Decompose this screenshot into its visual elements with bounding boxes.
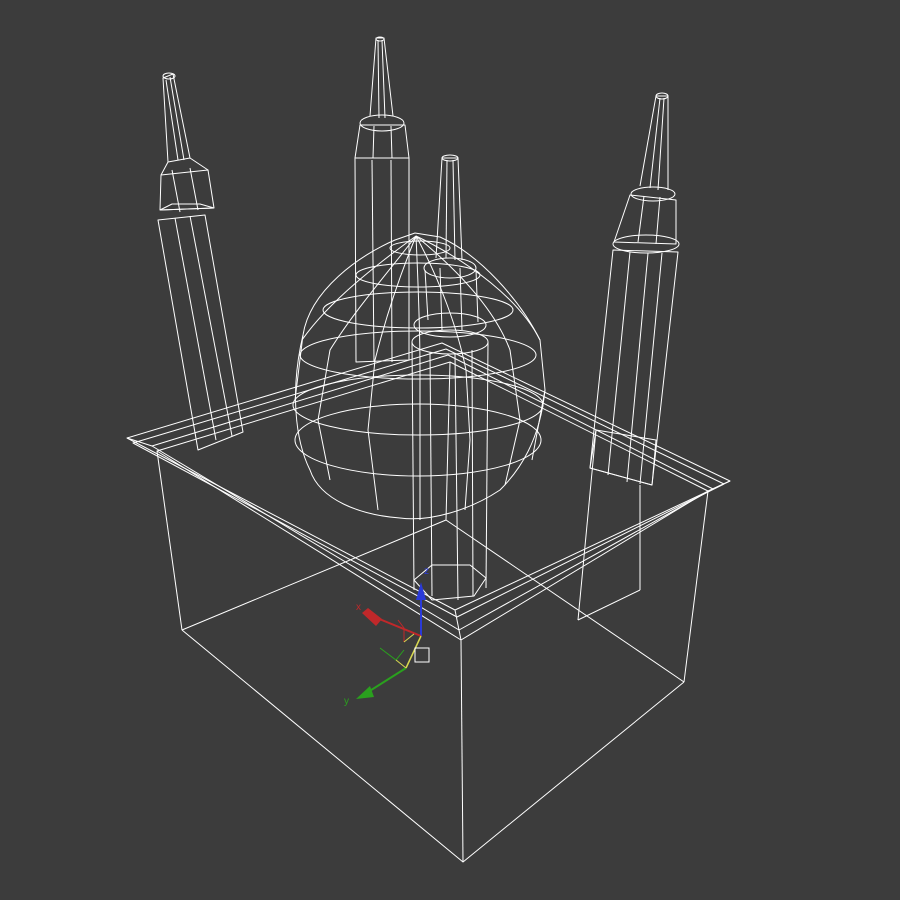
minaret-back-center[interactable] [354,36,410,363]
x-axis-handle[interactable]: x [356,602,422,637]
minaret-back-left[interactable] [157,72,244,451]
y-axis-label: y [344,696,349,707]
transform-gizmo[interactable]: z x y [344,566,430,707]
minaret-back-right[interactable] [577,92,680,621]
z-axis-label: z [424,566,429,577]
x-axis-label: x [356,602,361,613]
wireframe-scene[interactable]: z x y [0,0,900,900]
3d-viewport[interactable]: z x y [0,0,900,900]
y-axis-handle[interactable]: y [344,635,422,707]
pivot-square-icon[interactable] [414,647,430,663]
base-box[interactable] [126,342,731,863]
